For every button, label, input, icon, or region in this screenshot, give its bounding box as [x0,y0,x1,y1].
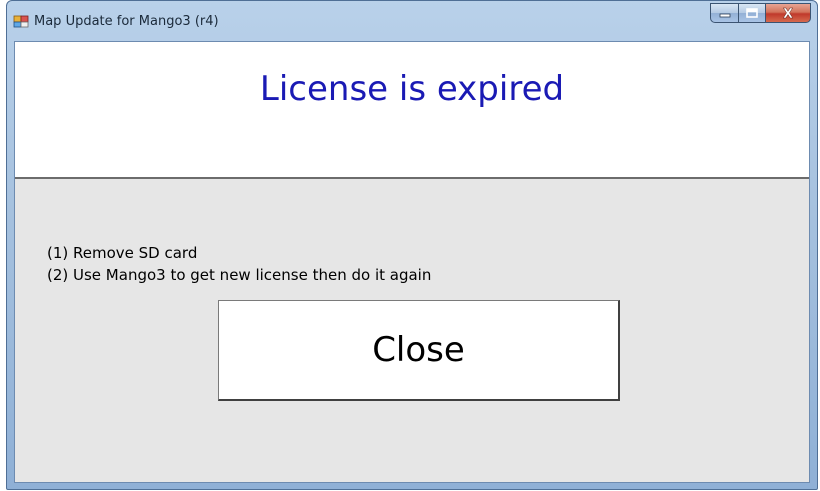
minimize-icon [719,13,730,18]
minimize-button[interactable] [710,3,738,23]
header-panel: License is expired [15,42,809,179]
license-status-title: License is expired [259,69,565,109]
title-bar[interactable]: Map Update for Mango3 (r4) X [7,1,817,41]
app-window: Map Update for Mango3 (r4) X License is … [6,0,818,490]
instruction-line-1: (1) Remove SD card [47,244,198,262]
window-close-button[interactable]: X [765,3,811,23]
close-icon: X [783,7,793,19]
instruction-line-2: (2) Use Mango3 to get new license then d… [47,266,432,284]
dialog-client-area: License is expired (1) Remove SD card (2… [14,41,810,483]
close-button[interactable]: Close [218,300,620,401]
window-title: Map Update for Mango3 (r4) [34,14,219,29]
maximize-button[interactable] [738,3,765,23]
instructions: (1) Remove SD card (2) Use Mango3 to get… [47,242,431,286]
maximize-icon [746,8,758,18]
app-icon [13,15,29,28]
caption-buttons: X [710,3,811,23]
close-glyph: X [783,7,793,19]
